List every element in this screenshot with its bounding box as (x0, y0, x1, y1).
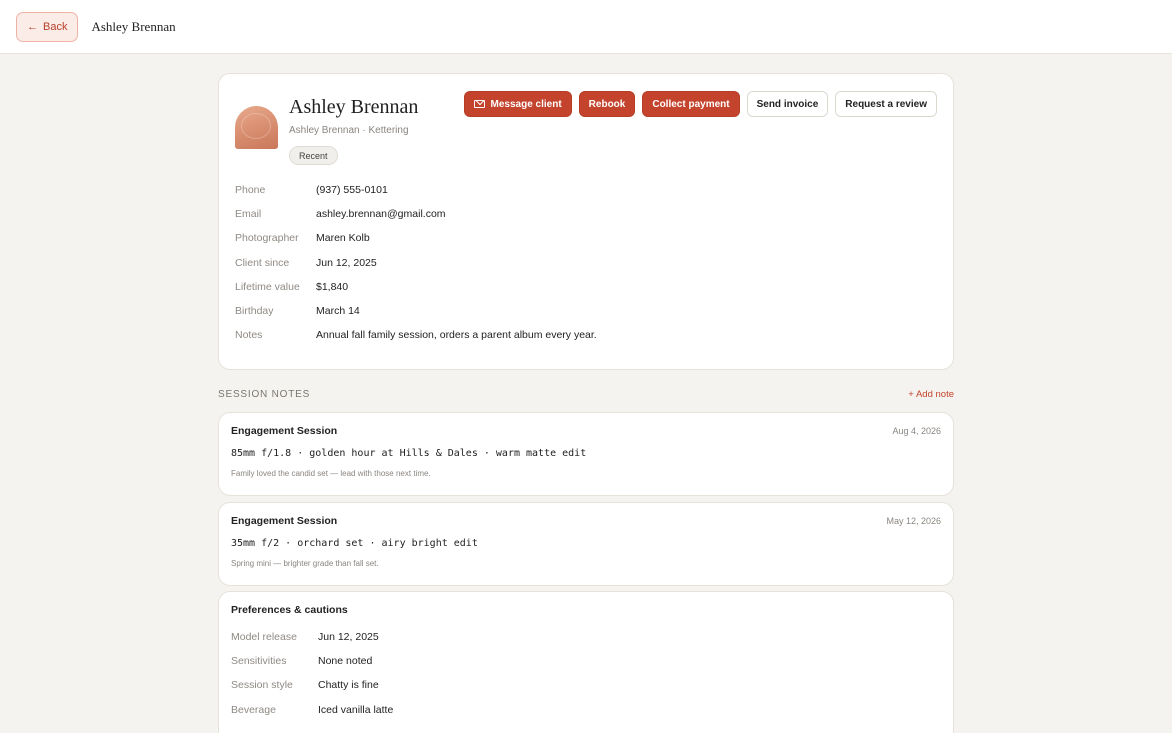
client-name: Ashley Brennan (289, 96, 419, 118)
arrow-left-icon: ← (27, 20, 38, 33)
detail-row-client-since: Client since Jun 12, 2025 (235, 256, 377, 269)
session-notes-title: SESSION NOTES (218, 388, 311, 400)
status-badge: Recent (289, 146, 338, 165)
detail-row-birthday: Birthday March 14 (235, 305, 360, 318)
client-details: Phone (937) 555-0101 Email ashley.brenna… (235, 178, 935, 347)
request-review-button[interactable]: Request a review (835, 91, 937, 117)
back-button[interactable]: ← Back (16, 11, 79, 42)
session-note-card[interactable]: Engagement Session Aug 4, 2026 85mm f/1.… (218, 412, 954, 496)
pref-row-sensitivities: Sensitivities None noted (231, 655, 373, 668)
top-client-name: Ashley Brennan (91, 18, 176, 34)
detail-row-notes: Notes Annual fall family session, orders… (235, 329, 597, 342)
back-label: Back (43, 20, 68, 33)
pref-row-beverage: Beverage Iced vanilla latte (231, 703, 394, 716)
note-text: Family loved the candid set — lead with … (231, 469, 431, 478)
rebook-button[interactable]: Rebook (578, 91, 636, 117)
detail-row-photographer: Photographer Maren Kolb (235, 232, 370, 245)
avatar (235, 106, 278, 149)
detail-row-lifetime-value: Lifetime value $1,840 (235, 280, 349, 293)
mail-icon (473, 100, 485, 108)
session-notes-header: SESSION NOTES + Add note (218, 386, 954, 402)
send-invoice-button[interactable]: Send invoice (746, 91, 829, 117)
preferences-card: Preferences & cautions Model release Jun… (218, 591, 954, 733)
top-bar: ← Back Ashley Brennan (0, 0, 1172, 54)
note-date: Aug 4, 2026 (892, 426, 941, 436)
note-settings: 35mm f/2 · orchard set · airy bright edi… (231, 538, 478, 549)
client-subtitle: Ashley Brennan · Kettering (289, 125, 409, 136)
message-client-button[interactable]: Message client (463, 91, 572, 117)
profile-card: Ashley Brennan Ashley Brennan · Ketterin… (218, 73, 954, 370)
add-note-button[interactable]: + Add note (908, 389, 954, 400)
session-note-card[interactable]: Engagement Session May 12, 2026 35mm f/2… (218, 502, 954, 586)
pref-row-session-style: Session style Chatty is fine (231, 679, 379, 692)
note-title: Engagement Session (231, 515, 338, 527)
detail-row-email: Email ashley.brennan@gmail.com (235, 208, 446, 221)
preferences-list: Model release Jun 12, 2025 Sensitivities… (231, 625, 931, 722)
action-buttons: Message client Rebook Collect payment Se… (463, 91, 937, 117)
preferences-title: Preferences & cautions (231, 604, 348, 616)
detail-row-phone: Phone (937) 555-0101 (235, 184, 388, 197)
note-settings: 85mm f/1.8 · golden hour at Hills & Dale… (231, 448, 587, 459)
note-text: Spring mini — brighter grade than fall s… (231, 559, 379, 568)
note-date: May 12, 2026 (886, 516, 941, 526)
collect-payment-button[interactable]: Collect payment (642, 91, 740, 117)
note-title: Engagement Session (231, 425, 338, 437)
pref-row-model-release: Model release Jun 12, 2025 (231, 631, 379, 644)
